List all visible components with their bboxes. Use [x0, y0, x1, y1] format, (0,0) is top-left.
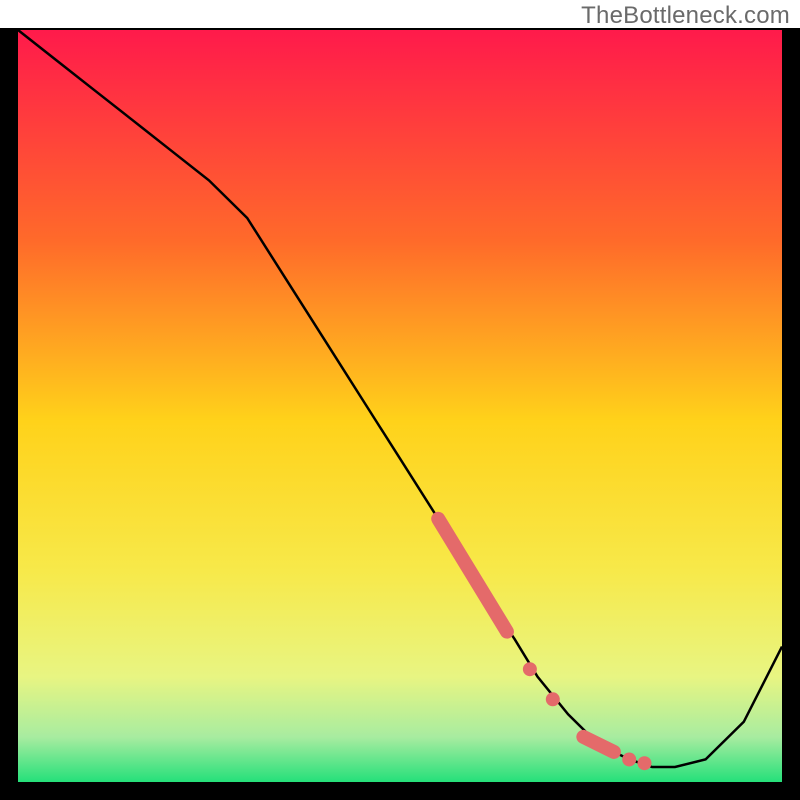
emphasis-dot [637, 756, 651, 770]
watermark-text: TheBottleneck.com [581, 2, 790, 30]
bottleneck-chart: TheBottleneck.com [0, 0, 800, 800]
chart-svg [0, 0, 800, 800]
emphasis-dot [622, 752, 636, 766]
frame-right [782, 30, 800, 782]
frame-left [0, 30, 18, 782]
emphasis-dot [523, 662, 537, 676]
frame-bottom [0, 782, 800, 800]
emphasis-dot [546, 692, 560, 706]
plot-background [18, 30, 782, 782]
